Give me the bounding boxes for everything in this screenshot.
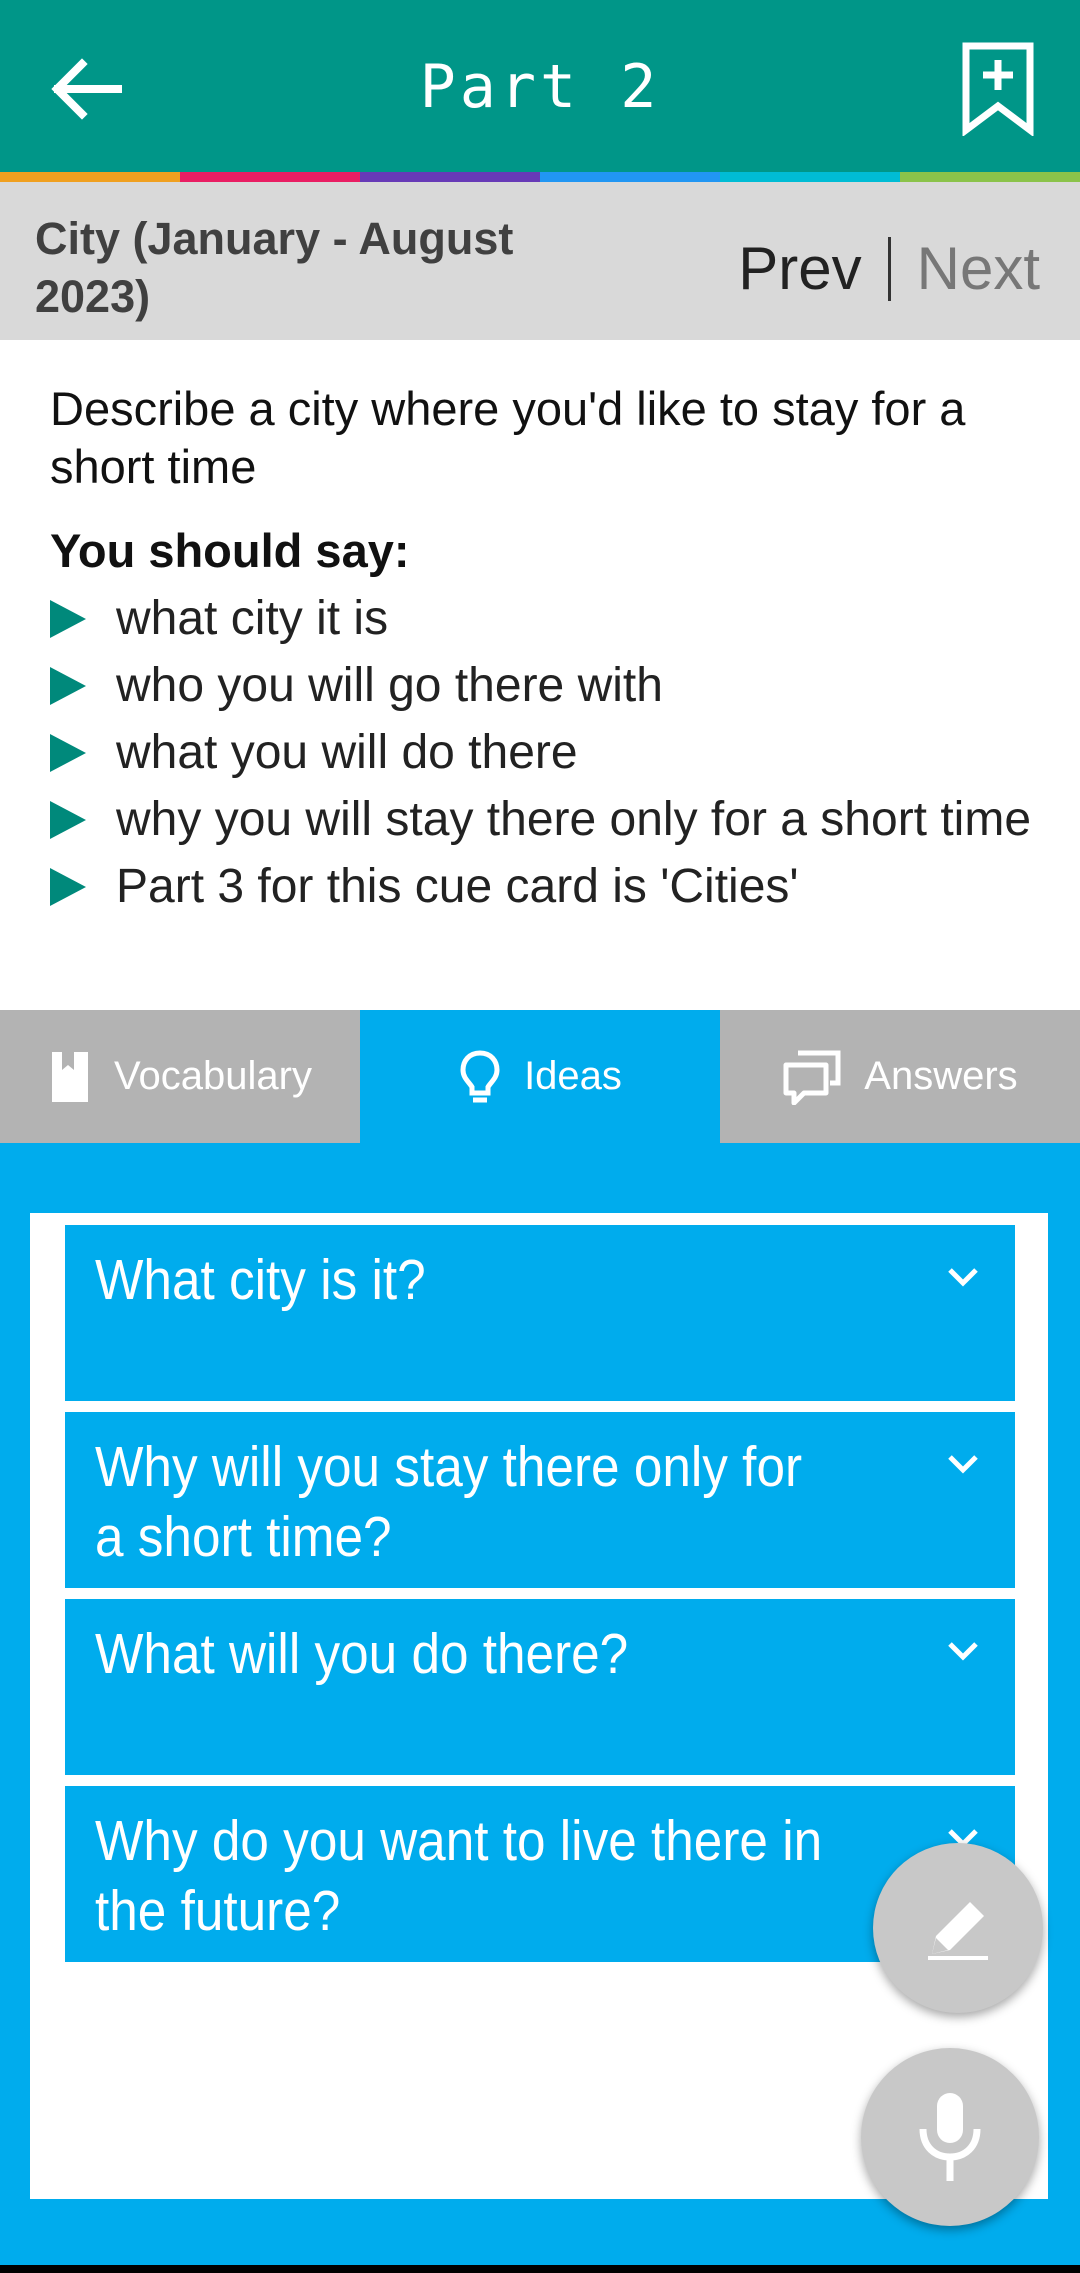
app-bar: Part 2	[0, 0, 1080, 172]
topic-title: City (January - August 2023)	[35, 213, 514, 322]
tab-label: Answers	[864, 1054, 1018, 1098]
prev-next-nav: Prev Next	[738, 234, 1040, 303]
accordion-question: What will you do there?	[95, 1622, 629, 1686]
prev-button[interactable]: Prev	[738, 234, 861, 303]
list-item: why you will stay there only for a short…	[50, 791, 1040, 849]
chat-bubbles-icon	[783, 1050, 841, 1105]
accordion-item[interactable]: What city is it?	[65, 1225, 1015, 1401]
cue-point-text: who you will go there with	[116, 659, 663, 712]
list-item: what city it is	[50, 590, 1040, 648]
stripe-segment	[720, 172, 900, 182]
edit-note-button[interactable]	[873, 1843, 1043, 2013]
tab-ideas[interactable]: Ideas	[360, 1010, 720, 1143]
stripe-segment	[180, 172, 360, 182]
bookmark-add-icon[interactable]	[960, 40, 1036, 136]
triangle-bullet-icon	[50, 734, 86, 772]
you-should-say-heading: You should say:	[50, 524, 410, 577]
chevron-down-icon[interactable]	[945, 1452, 981, 1476]
cue-question: Describe a city where you'd like to stay…	[50, 382, 966, 493]
accordion-question: What city is it?	[95, 1248, 426, 1312]
triangle-bullet-icon	[50, 868, 86, 906]
stripe-segment	[360, 172, 540, 182]
ideas-panel: What city is it? Why will you stay there…	[30, 1213, 1048, 2199]
cue-point-text: why you will stay there only for a short…	[116, 793, 1032, 846]
book-icon	[52, 1051, 89, 1102]
stripe-segment	[900, 172, 1080, 182]
color-stripe	[0, 172, 1080, 182]
chevron-down-icon[interactable]	[945, 1639, 981, 1663]
tab-label: Vocabulary	[114, 1054, 312, 1098]
next-button[interactable]: Next	[917, 234, 1040, 303]
stripe-segment	[0, 172, 180, 182]
topic-header: City (January - August 2023) Prev Next	[0, 182, 1080, 340]
list-item: Part 3 for this cue card is 'Cities'	[50, 858, 1040, 916]
cue-points-list: what city it is who you will go there wi…	[50, 590, 1040, 925]
accordion-question: Why do you want to live there in the fut…	[95, 1809, 823, 1943]
triangle-bullet-icon	[50, 667, 86, 705]
stripe-segment	[540, 172, 720, 182]
list-item: who you will go there with	[50, 657, 1040, 715]
nav-divider	[887, 236, 891, 301]
chevron-down-icon[interactable]	[945, 1265, 981, 1289]
accordion-question: Why will you stay there only for a short…	[95, 1435, 803, 1569]
lightbulb-icon	[460, 1049, 500, 1102]
pencil-icon	[928, 1902, 988, 1960]
microphone-icon	[919, 2093, 981, 2181]
cue-point-text: what you will do there	[116, 726, 578, 779]
accordion-item[interactable]: What will you do there?	[65, 1599, 1015, 1775]
tab-vocabulary[interactable]: Vocabulary	[0, 1010, 360, 1143]
page-title: Part 2	[419, 52, 661, 122]
list-item: what you will do there	[50, 724, 1040, 782]
cue-point-text: what city it is	[116, 592, 389, 645]
tab-label: Ideas	[524, 1054, 622, 1098]
accordion-item[interactable]: Why will you stay there only for a short…	[65, 1412, 1015, 1588]
tab-answers[interactable]: Answers	[720, 1010, 1080, 1143]
record-button[interactable]	[861, 2048, 1039, 2226]
cue-point-text: Part 3 for this cue card is 'Cities'	[116, 860, 799, 913]
triangle-bullet-icon	[50, 801, 86, 839]
system-nav-edge	[0, 2265, 1080, 2273]
triangle-bullet-icon	[50, 600, 86, 638]
tab-bar: Vocabulary Ideas Answers	[0, 1010, 1080, 1143]
cue-card: Describe a city where you'd like to stay…	[0, 340, 1080, 1010]
